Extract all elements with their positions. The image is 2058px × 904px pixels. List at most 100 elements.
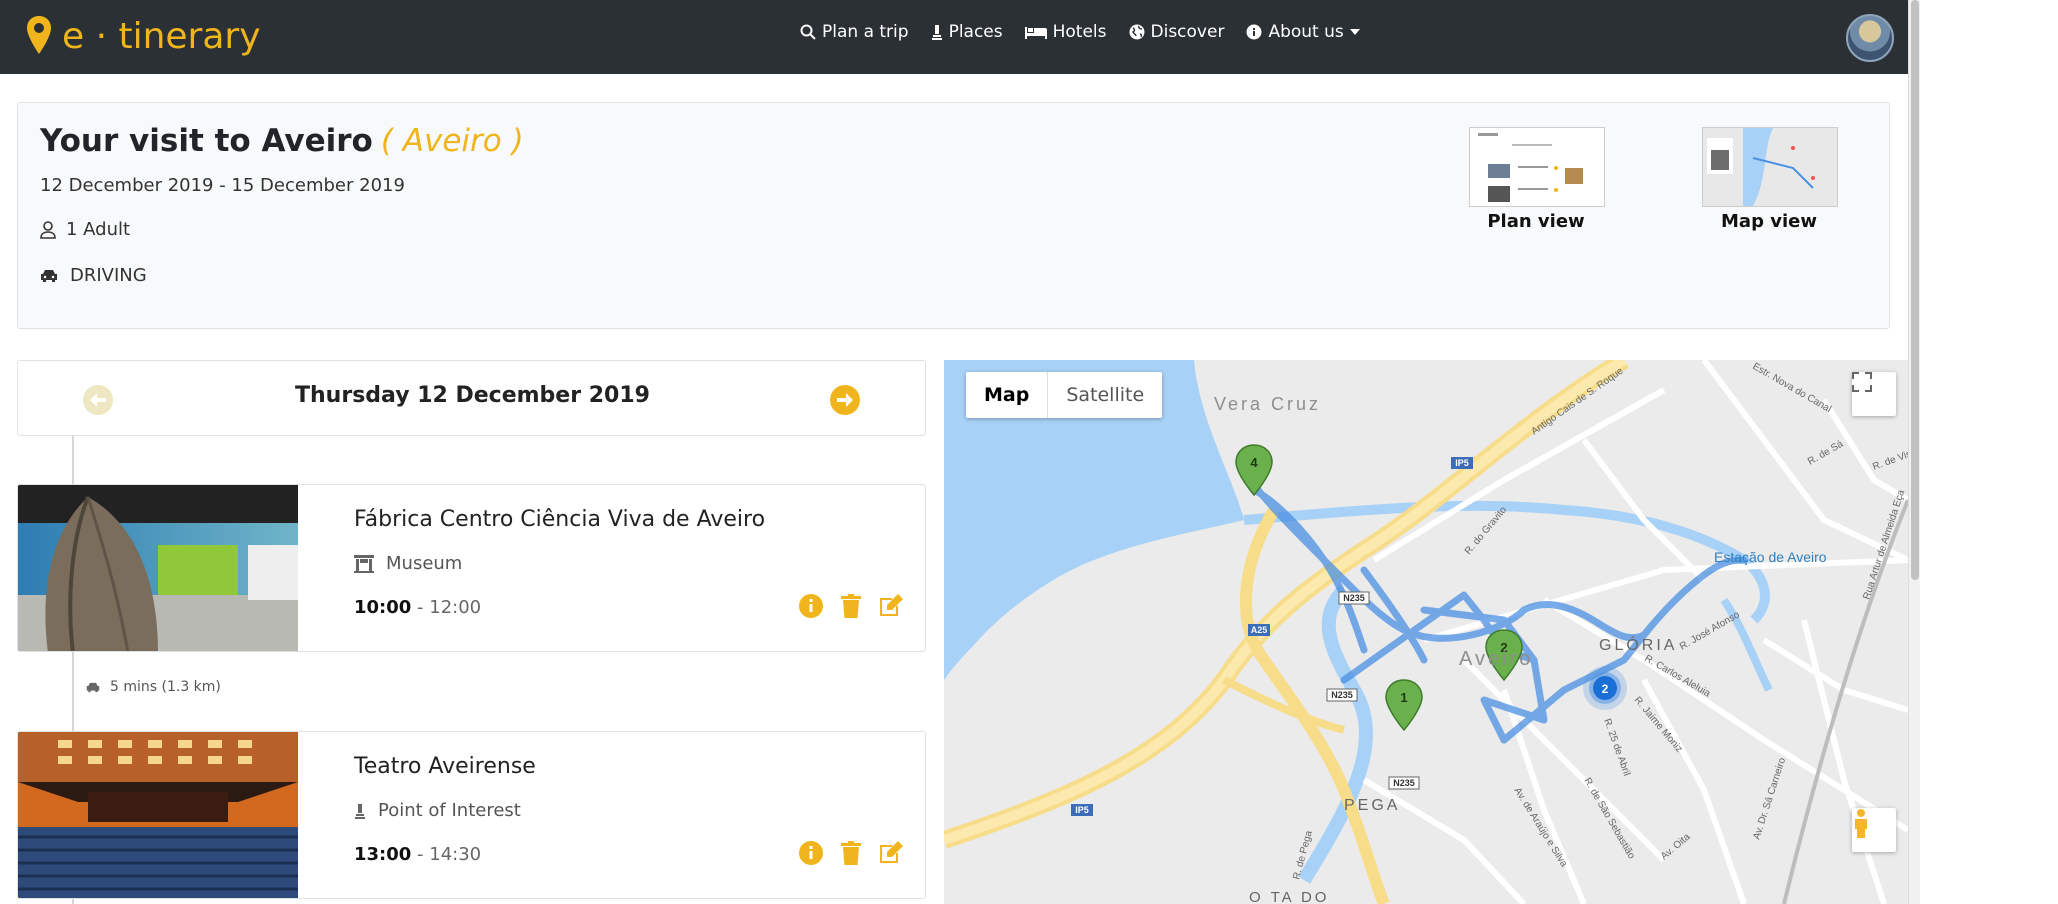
svg-text:A25: A25 [1251, 625, 1268, 635]
main-nav: Plan a trip Places Hotels Discover About… [800, 22, 1360, 42]
fullscreen-button[interactable] [1852, 372, 1896, 416]
nav-places[interactable]: Places [931, 22, 1003, 42]
map-view-thumbnail[interactable] [1702, 127, 1838, 207]
trip-subtitle: ( Aveiro ) [380, 123, 524, 159]
navbar: e · tinerary Plan a trip Places Hotels D… [0, 0, 1908, 74]
item-time: 10:00 - 12:00 [354, 597, 482, 618]
item-name[interactable]: Fábrica Centro Ciência Viva de Aveiro [354, 507, 765, 532]
item-name[interactable]: Teatro Aveirense [354, 754, 536, 779]
edit-icon [880, 841, 903, 863]
arrow-right-icon [837, 393, 853, 407]
info-button[interactable] [798, 593, 824, 619]
trip-travellers: 1 Adult [40, 219, 130, 240]
day-title: Thursday 12 December 2019 [295, 383, 650, 408]
svg-text:2: 2 [1602, 682, 1609, 696]
trip-title: Your visit to Aveiro( Aveiro ) [40, 123, 524, 159]
area-label-pega: PEGA [1344, 797, 1400, 814]
itinerary-item[interactable]: Teatro Aveirense Point of Interest 13:00… [17, 731, 926, 899]
info-icon [1246, 24, 1262, 40]
item-start-time: 13:00 [354, 844, 412, 865]
search-icon [800, 24, 816, 40]
scrollbar-thumb[interactable] [1911, 0, 1919, 580]
user-icon [40, 220, 56, 239]
map-marker-2-blue[interactable]: 2 [1583, 666, 1627, 710]
trash-icon [841, 841, 861, 865]
itinerary-item[interactable]: Fábrica Centro Ciência Viva de Aveiro Mu… [17, 484, 926, 652]
travel-text: 5 mins (1.3 km) [110, 679, 221, 695]
caret-down-icon [1349, 29, 1360, 35]
brand-name: e · tinerary [62, 15, 261, 57]
item-time: 13:00 - 14:30 [354, 844, 482, 865]
map-canvas[interactable]: 4 2 1 2 Vera Cruz Aveiro GLÓRIA PEGA O T… [944, 360, 1908, 904]
nav-places-label: Places [948, 22, 1003, 42]
info-button[interactable] [798, 840, 824, 866]
item-end-time: 14:30 [429, 844, 482, 865]
globe-icon [1129, 24, 1145, 40]
edit-icon [880, 594, 903, 616]
map-type-map-button[interactable]: Map [966, 372, 1049, 418]
brand-logo[interactable]: e · tinerary [26, 14, 261, 58]
trash-icon [841, 594, 861, 618]
svg-text:IP5: IP5 [1075, 805, 1089, 815]
svg-text:4: 4 [1250, 455, 1258, 470]
area-label-gloria: GLÓRIA [1599, 635, 1677, 654]
item-actions [798, 593, 904, 619]
edit-button[interactable] [878, 840, 904, 866]
museum-icon [354, 554, 374, 573]
item-start-time: 10:00 [354, 597, 412, 618]
nav-discover-label: Discover [1150, 22, 1225, 42]
trip-mode: DRIVING [40, 265, 147, 286]
background-margin [1920, 0, 2058, 904]
delete-button[interactable] [838, 593, 864, 619]
item-photo [18, 732, 298, 898]
station-label[interactable]: Estação de Aveiro [1714, 549, 1827, 565]
item-photo [18, 485, 298, 651]
nav-about-us[interactable]: About us [1246, 22, 1360, 42]
info-icon [799, 841, 823, 865]
user-avatar[interactable] [1846, 14, 1894, 62]
item-actions [798, 840, 904, 866]
map-type-control: Map Satellite [966, 372, 1163, 418]
svg-text:1: 1 [1400, 690, 1407, 705]
route-map[interactable]: 4 2 1 2 Vera Cruz Aveiro GLÓRIA PEGA O T… [944, 360, 1908, 904]
item-type: Point of Interest [354, 800, 521, 821]
pegman-icon [1855, 809, 1867, 838]
street-view-pegman[interactable] [1852, 808, 1896, 852]
bed-icon [1024, 27, 1047, 39]
plan-view-thumbnail[interactable] [1469, 127, 1605, 207]
monument-icon [355, 803, 365, 819]
info-icon [799, 594, 823, 618]
nav-plan-trip-label: Plan a trip [822, 22, 909, 42]
nav-about-us-label: About us [1268, 22, 1344, 42]
trip-summary-card: Your visit to Aveiro( Aveiro ) 12 Decemb… [17, 102, 1890, 329]
map-type-satellite-button[interactable]: Satellite [1048, 372, 1162, 418]
car-icon [41, 269, 57, 282]
item-type-label: Museum [386, 553, 463, 574]
nav-hotels-label: Hotels [1052, 22, 1107, 42]
fullscreen-icon [1852, 372, 1872, 392]
nav-plan-trip[interactable]: Plan a trip [800, 22, 909, 42]
svg-text:N235: N235 [1343, 593, 1365, 603]
area-label-ota: O TA DO [1249, 889, 1329, 904]
monument-icon [931, 25, 942, 40]
next-day-button[interactable] [830, 385, 860, 415]
svg-text:N235: N235 [1393, 778, 1415, 788]
map-pin-icon [27, 16, 51, 54]
delete-button[interactable] [838, 840, 864, 866]
nav-discover[interactable]: Discover [1129, 22, 1225, 42]
plan-view-label[interactable]: Plan view [1456, 211, 1616, 232]
item-type: Museum [354, 553, 462, 574]
map-view-label[interactable]: Map view [1689, 211, 1849, 232]
trip-dates: 12 December 2019 - 15 December 2019 [40, 175, 405, 196]
area-label-vera-cruz: Vera Cruz [1214, 394, 1321, 414]
svg-text:IP5: IP5 [1455, 458, 1469, 468]
trip-mode-text: DRIVING [70, 265, 147, 286]
day-navigator: Thursday 12 December 2019 [17, 360, 926, 436]
trip-title-text: Your visit to Aveiro [40, 123, 373, 159]
edit-button[interactable] [878, 593, 904, 619]
item-type-label: Point of Interest [378, 800, 521, 821]
nav-hotels[interactable]: Hotels [1024, 22, 1107, 42]
svg-text:N235: N235 [1331, 690, 1353, 700]
travel-segment: 5 mins (1.3 km) [86, 679, 221, 695]
car-icon [86, 682, 100, 692]
